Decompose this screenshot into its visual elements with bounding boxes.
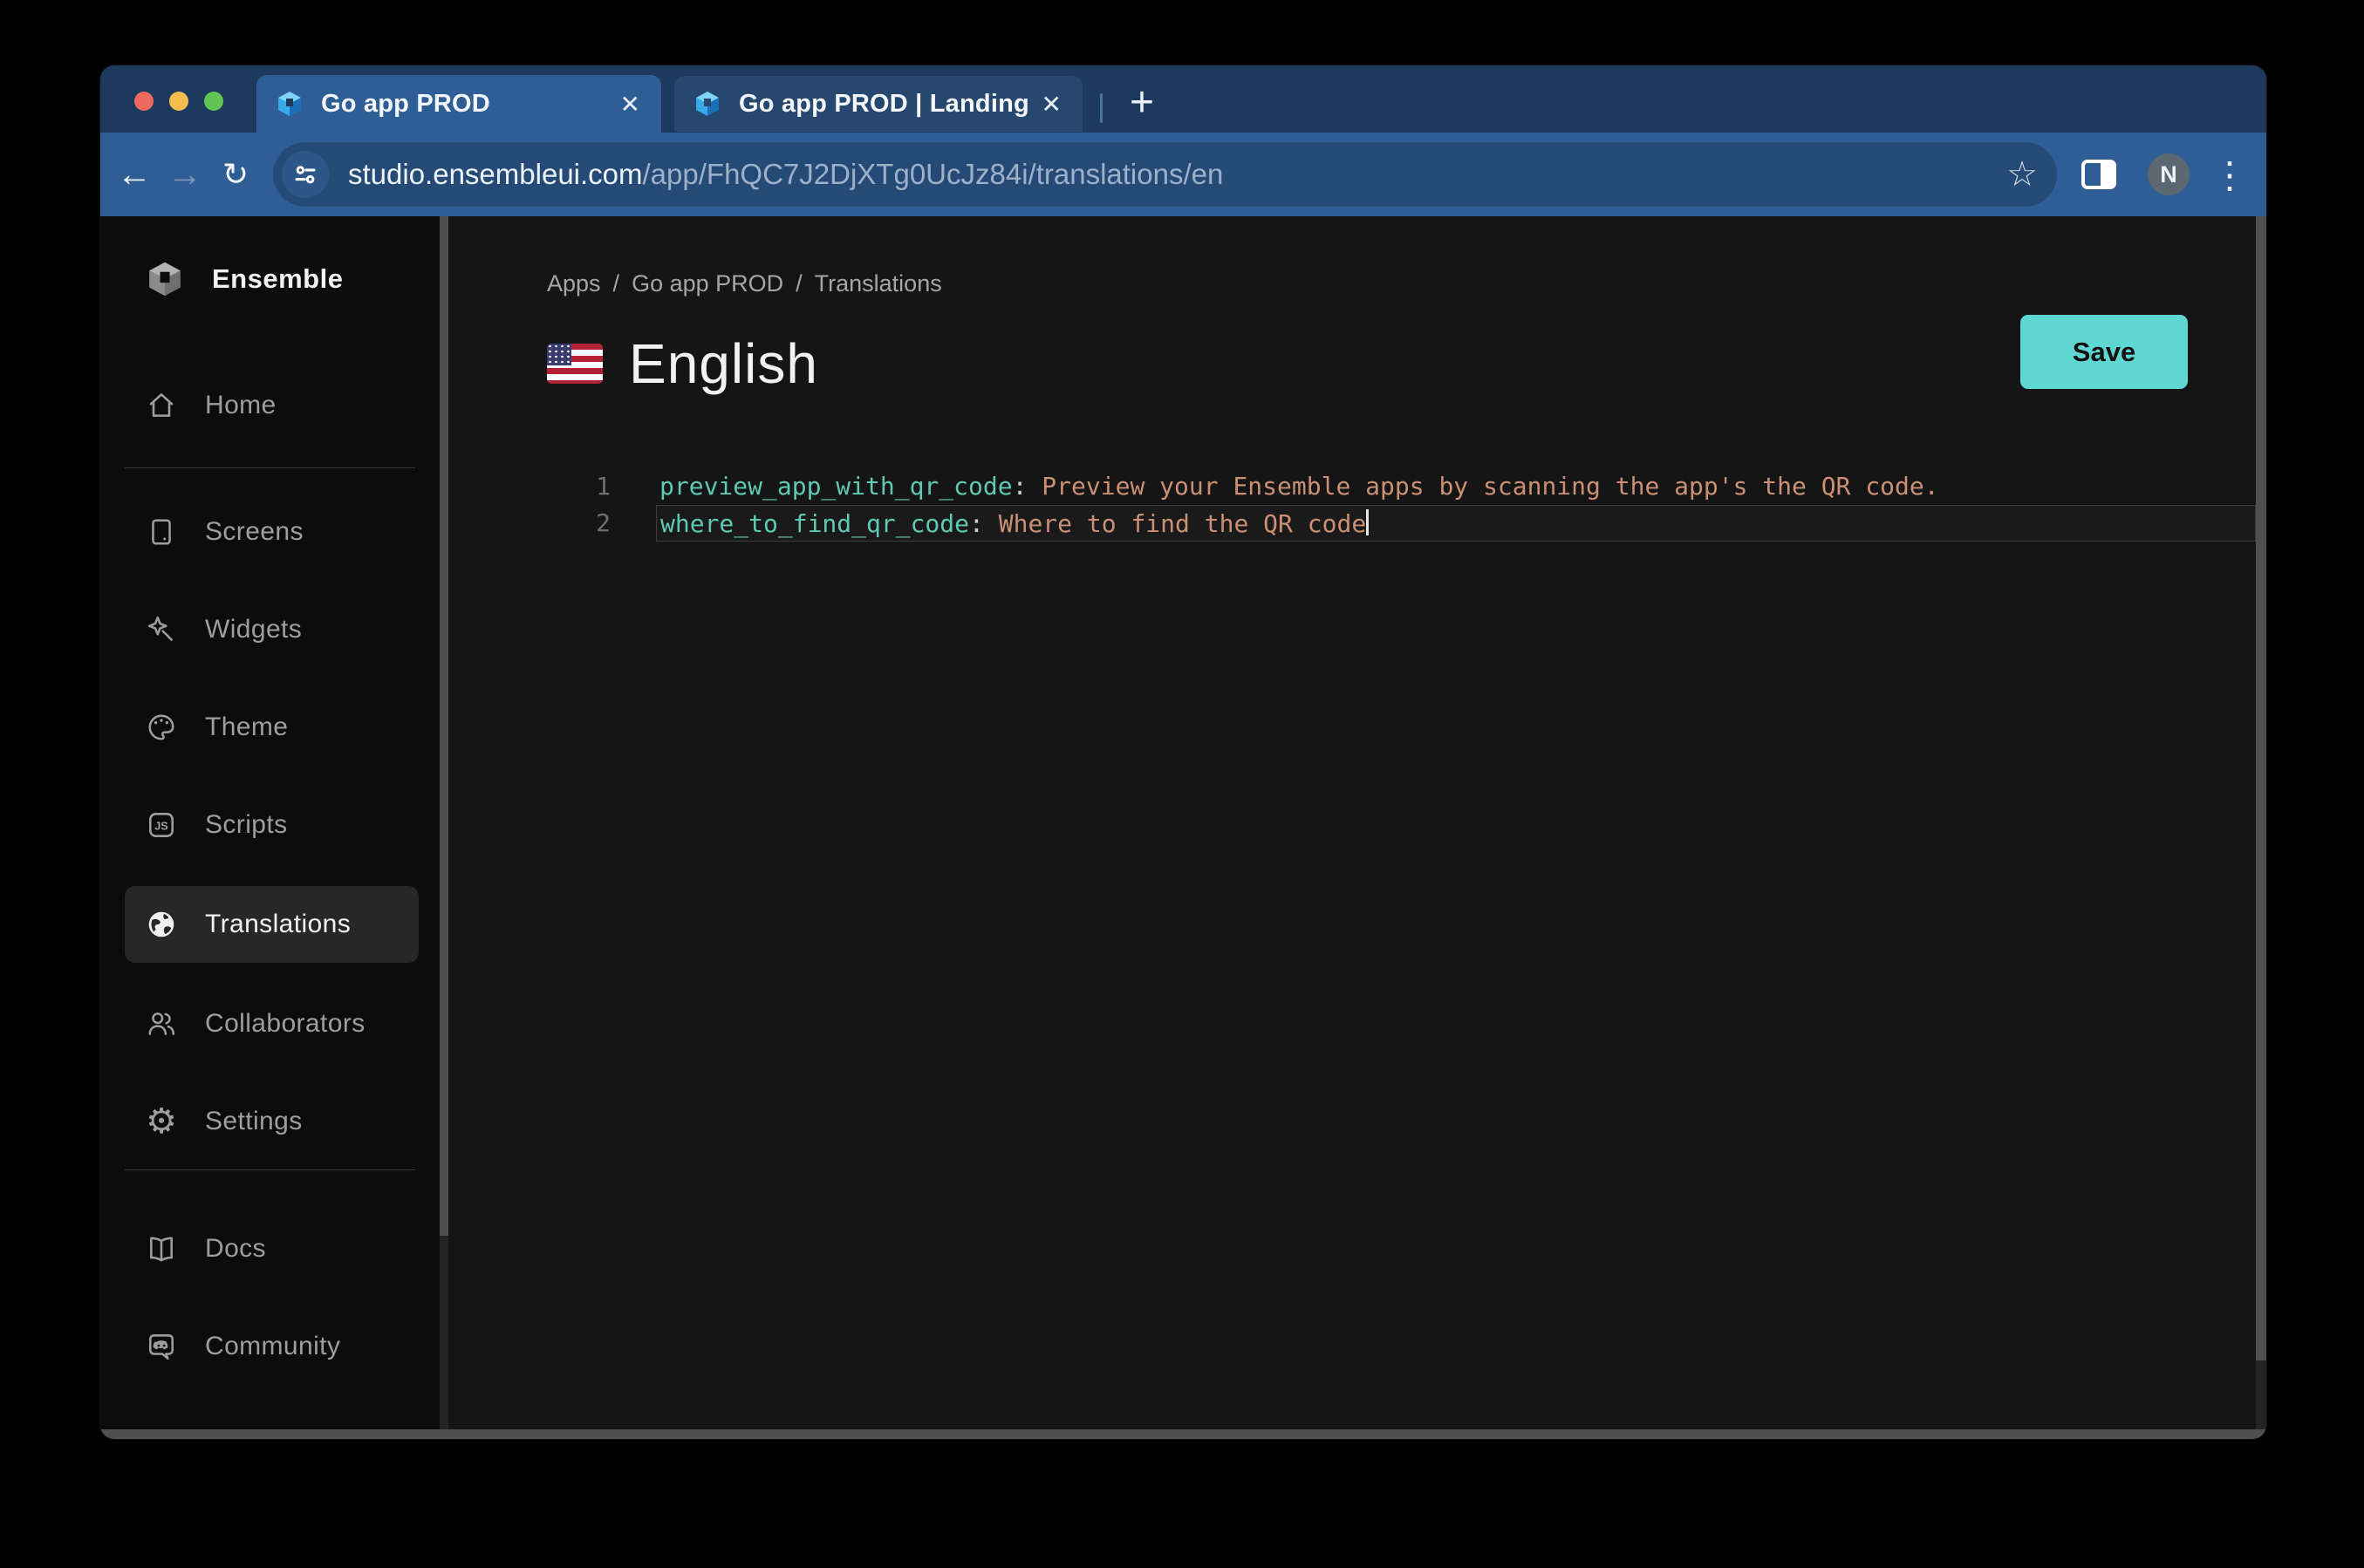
window-controls (134, 92, 223, 111)
back-button[interactable]: ← (109, 147, 160, 202)
svg-text:JS: JS (154, 820, 168, 832)
tab-bar: Go app PROD ✕ Go app PROD | Landing ✕ + (100, 65, 2266, 133)
yaml-separator: : (1013, 472, 1042, 501)
bookmark-star-icon[interactable]: ☆ (2006, 154, 2038, 194)
tab-strip-divider (1100, 93, 1103, 123)
breadcrumb-separator: / (796, 270, 803, 297)
side-panel-icon (2081, 160, 2116, 189)
yaml-editor[interactable]: 1 preview_app_with_qr_code: Preview your… (448, 468, 2256, 542)
side-panel-button[interactable] (2074, 150, 2123, 199)
text-cursor (1366, 509, 1369, 535)
ensemble-favicon-icon (693, 90, 721, 118)
tab-go-app-prod[interactable]: Go app PROD ✕ (256, 75, 661, 133)
yaml-value: Where to find the QR code (999, 509, 1366, 538)
close-window-button[interactable] (134, 92, 154, 111)
close-tab-icon[interactable]: ✕ (615, 88, 646, 120)
brand-label: Ensemble (212, 263, 343, 295)
collaborators-icon (146, 1008, 177, 1040)
page-scrollbar-thumb[interactable] (2256, 216, 2266, 1360)
site-settings-icon[interactable] (282, 151, 329, 198)
sidebar-divider (125, 1169, 415, 1170)
home-icon (146, 390, 177, 421)
sidebar-item-home[interactable]: Home (146, 378, 440, 433)
save-button[interactable]: Save (2020, 315, 2188, 389)
ensemble-favicon-icon (276, 90, 304, 118)
breadcrumb: Apps / Go app PROD / Translations (547, 270, 942, 297)
theme-palette-icon (146, 712, 177, 743)
ensemble-brand[interactable]: Ensemble (146, 251, 440, 307)
breadcrumb-apps[interactable]: Apps (547, 270, 601, 297)
browser-window: Go app PROD ✕ Go app PROD | Landing ✕ + (100, 65, 2266, 1439)
line-number: 2 (448, 505, 611, 542)
url-text: studio.ensembleui.com/app/FhQC7J2DjXTg0U… (348, 158, 1992, 191)
window-bottom-edge (100, 1429, 2266, 1439)
us-flag-canton (547, 344, 571, 365)
sidebar-item-widgets[interactable]: Widgets (146, 602, 440, 658)
tab-title: Go app PROD | Landing (739, 90, 1036, 119)
line-number: 1 (448, 468, 611, 505)
breadcrumb-translations[interactable]: Translations (815, 270, 942, 297)
minimize-window-button[interactable] (169, 92, 188, 111)
us-flag-icon (547, 344, 603, 384)
forward-button[interactable]: → (160, 147, 210, 202)
sidebar-item-scripts[interactable]: JS Scripts (146, 797, 440, 853)
sidebar-item-screens[interactable]: Screens (146, 504, 440, 560)
sidebar-item-translations[interactable]: Translations (125, 886, 419, 963)
scripts-js-icon: JS (146, 809, 177, 841)
translations-globe-icon (146, 909, 177, 940)
profile-avatar[interactable]: N (2148, 153, 2190, 195)
sidebar: Ensemble Home (100, 216, 440, 1429)
sidebar-item-theme[interactable]: Theme (146, 699, 440, 755)
translations-page: Apps / Go app PROD / Translations Englis… (448, 216, 2256, 1429)
browser-menu-button[interactable]: ⋮ (2212, 150, 2247, 199)
yaml-separator: : (969, 509, 999, 538)
sidebar-scrollbar[interactable] (440, 216, 448, 1429)
language-header: English (547, 331, 818, 396)
yaml-key: preview_app_with_qr_code (659, 472, 1013, 501)
community-discord-icon (146, 1331, 177, 1362)
new-tab-button[interactable]: + (1114, 74, 1170, 130)
page-title: English (629, 331, 818, 396)
yaml-value: Preview your Ensemble apps by scanning t… (1042, 472, 1938, 501)
screens-icon (146, 516, 177, 548)
close-tab-icon[interactable]: ✕ (1036, 88, 1067, 120)
page-scrollbar[interactable] (2256, 216, 2266, 1429)
settings-gear-icon: ⚙ (146, 1106, 177, 1137)
zoom-window-button[interactable] (204, 92, 223, 111)
breadcrumb-separator: / (613, 270, 620, 297)
sidebar-item-settings[interactable]: ⚙ Settings (146, 1094, 440, 1149)
sidebar-item-docs[interactable]: Docs (146, 1221, 440, 1277)
breadcrumb-app[interactable]: Go app PROD (632, 270, 783, 297)
editor-line-2[interactable]: 2 where_to_find_qr_code: Where to find t… (448, 505, 2256, 542)
sidebar-item-community[interactable]: Community (146, 1319, 440, 1374)
yaml-key: where_to_find_qr_code (660, 509, 969, 538)
tab-title: Go app PROD (321, 90, 615, 119)
sidebar-divider (125, 467, 415, 468)
address-bar[interactable]: studio.ensembleui.com/app/FhQC7J2DjXTg0U… (273, 142, 2057, 207)
widgets-wand-icon (146, 614, 177, 645)
browser-toolbar: ← → ↻ studio.ensembleui.com/app/FhQC7J2D… (100, 133, 2266, 216)
editor-line-1[interactable]: 1 preview_app_with_qr_code: Preview your… (448, 468, 2256, 505)
url-path: /app/FhQC7J2DjXTg0UcJz84i/translations/e… (643, 158, 1224, 190)
page-content: Ensemble Home (100, 216, 2266, 1429)
screenshot-background: Go app PROD ✕ Go app PROD | Landing ✕ + (0, 0, 2364, 1568)
sidebar-item-collaborators[interactable]: Collaborators (146, 996, 440, 1052)
sidebar-scrollbar-thumb[interactable] (440, 216, 448, 1236)
reload-button[interactable]: ↻ (210, 147, 261, 202)
url-host: studio.ensembleui.com (348, 158, 643, 190)
ensemble-logo-icon (146, 260, 184, 298)
code-line[interactable]: preview_app_with_qr_code: Preview your E… (659, 468, 1939, 505)
tab-go-app-prod-landing[interactable]: Go app PROD | Landing ✕ (674, 76, 1083, 132)
docs-book-icon (146, 1233, 177, 1265)
code-line-active[interactable]: where_to_find_qr_code: Where to find the… (656, 505, 2256, 542)
